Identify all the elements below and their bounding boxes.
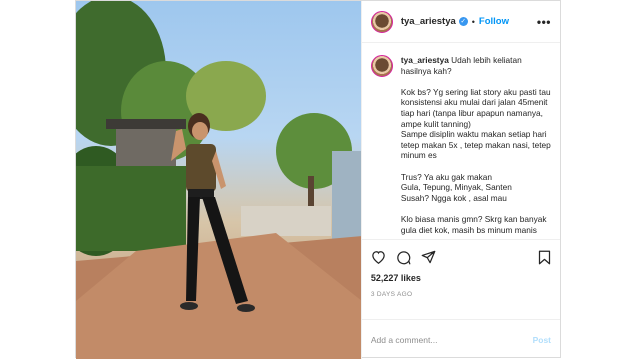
post-sidebar: tya_ariestya ✓ • Follow ••• tya_ariestya… — [360, 1, 560, 359]
post-timestamp[interactable]: 3 DAYS AGO — [371, 291, 551, 298]
comment-bar: Add a comment... Post — [361, 319, 560, 359]
caption-area: tya_ariestya Udah lebih keliatan hasilny… — [362, 43, 560, 239]
action-icons — [371, 246, 551, 268]
post-photo-illustration — [76, 1, 361, 359]
comment-input[interactable]: Add a comment... — [371, 335, 533, 345]
caption-text: Udah lebih keliatan hasilnya kah? Kok bs… — [400, 55, 551, 235]
post-header: tya_ariestya ✓ • Follow ••• — [361, 1, 560, 43]
verified-badge-icon: ✓ — [458, 17, 468, 26]
post-comment-button[interactable]: Post — [533, 335, 551, 345]
comment-icon[interactable] — [396, 250, 411, 265]
separator-dot: • — [471, 16, 475, 27]
caption-avatar[interactable] — [370, 55, 393, 77]
follow-button[interactable]: Follow — [479, 16, 509, 27]
heart-icon[interactable] — [371, 250, 386, 264]
post-photo[interactable] — [76, 1, 361, 359]
post-actions: 52,227 likes 3 DAYS AGO — [361, 239, 560, 319]
share-icon[interactable] — [421, 250, 436, 264]
avatar[interactable] — [370, 10, 393, 33]
bookmark-icon[interactable] — [538, 250, 551, 265]
likes-count[interactable]: 52,227 likes — [371, 273, 551, 283]
caption: tya_ariestya Udah lebih keliatan hasilny… — [401, 55, 551, 239]
instagram-post-embed: tya_ariestya ✓ • Follow ••• tya_ariestya… — [75, 0, 561, 359]
username-link[interactable]: tya_ariestya — [401, 16, 456, 27]
caption-username[interactable]: tya_ariestya — [401, 55, 449, 65]
more-options-icon[interactable]: ••• — [537, 15, 551, 29]
